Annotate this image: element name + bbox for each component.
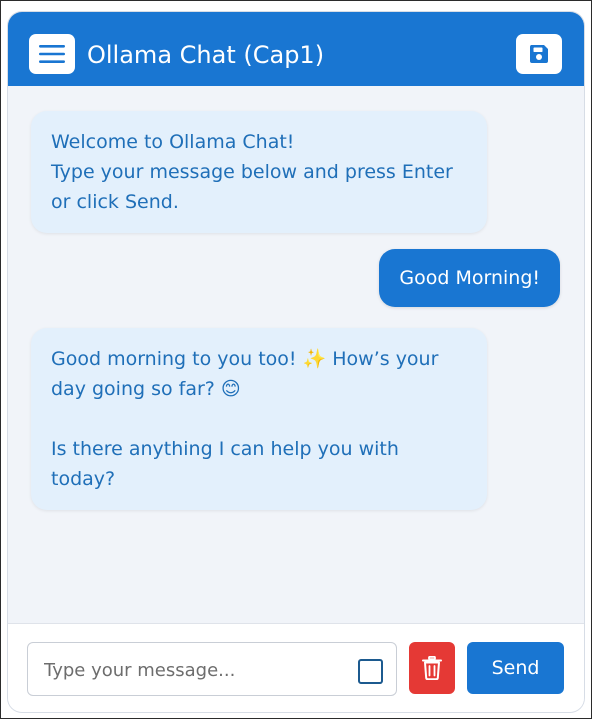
assistant-message: Welcome to Ollama Chat! Type your messag…	[31, 111, 487, 233]
window-frame: Ollama Chat (Cap1) Welcome to Ollama Cha…	[0, 0, 592, 719]
app-header: Ollama Chat (Cap1)	[8, 12, 584, 86]
floppy-disk-icon	[529, 45, 548, 63]
hamburger-menu-icon	[39, 45, 65, 63]
app-title: Ollama Chat (Cap1)	[87, 41, 325, 69]
message-list: Welcome to Ollama Chat! Type your messag…	[8, 86, 584, 623]
message-input-box	[27, 642, 397, 696]
trash-icon	[422, 656, 442, 680]
assistant-message: Good morning to you too! ✨ How’s your da…	[31, 328, 487, 510]
user-message: Good Morning!	[379, 249, 560, 307]
save-button[interactable]	[516, 34, 562, 74]
menu-button[interactable]	[29, 34, 75, 74]
chat-app: Ollama Chat (Cap1) Welcome to Ollama Cha…	[8, 12, 584, 712]
message-input[interactable]	[42, 657, 346, 683]
option-checkbox[interactable]	[358, 659, 383, 684]
message-composer: Send	[8, 623, 584, 712]
send-button[interactable]: Send	[467, 642, 564, 694]
clear-chat-button[interactable]	[409, 642, 455, 694]
